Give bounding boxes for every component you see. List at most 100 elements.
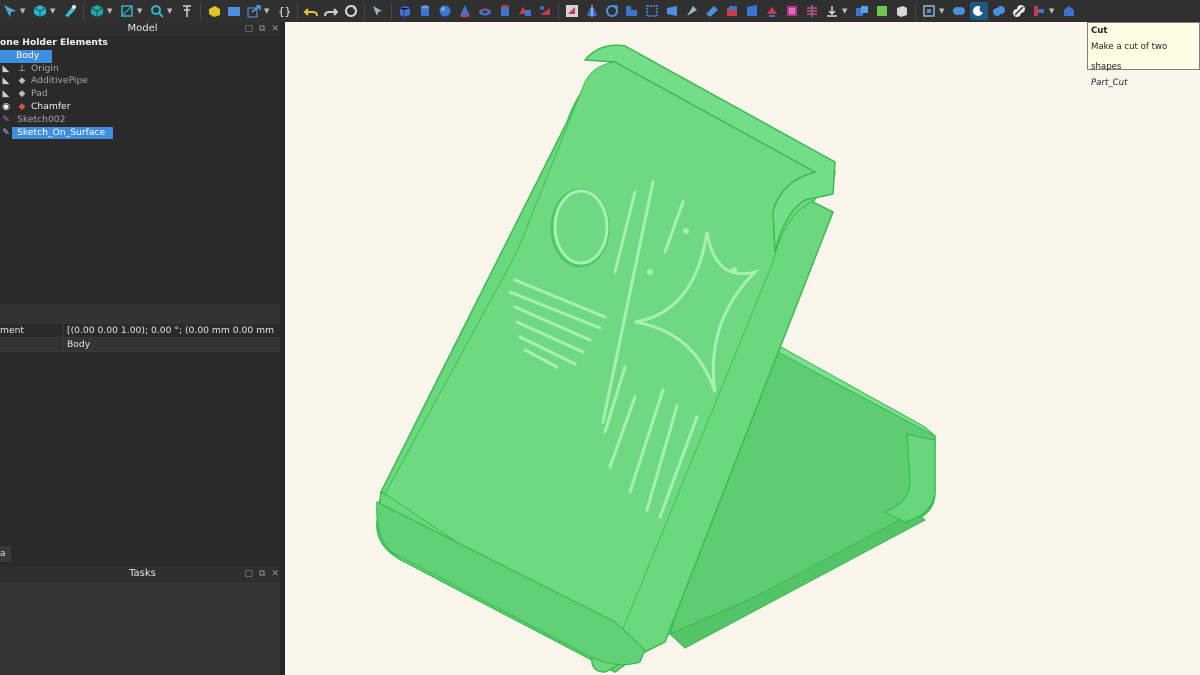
chevron-down-icon[interactable]: ▼ xyxy=(137,7,145,15)
sketch-on-surface-icon: ✎ xyxy=(2,127,10,138)
float-icon[interactable]: ⧉ xyxy=(259,567,265,581)
chevron-down-icon[interactable]: ▼ xyxy=(107,7,115,15)
pad-icon: ◆ xyxy=(18,89,26,100)
extrude-icon[interactable] xyxy=(563,2,581,20)
tooltip: Cut Make a cut of two shapes Part_Cut xyxy=(1087,22,1200,88)
3d-viewport[interactable] xyxy=(285,22,1200,675)
toolbar-separator xyxy=(297,3,298,19)
tree-item-label: Origin xyxy=(31,62,59,74)
tree-item-label: Sketch002 xyxy=(17,113,66,125)
cross-sections-icon[interactable] xyxy=(763,2,781,20)
zoom-icon[interactable] xyxy=(148,2,166,20)
property-view-header xyxy=(0,304,280,324)
svg-text:{}: {} xyxy=(278,5,291,18)
make-face-icon[interactable] xyxy=(663,2,681,20)
undo-icon[interactable] xyxy=(302,2,320,20)
ruled-surface-icon[interactable] xyxy=(683,2,701,20)
fit-all-icon[interactable] xyxy=(1,2,19,20)
chevron-down-icon[interactable]: ▼ xyxy=(50,7,58,15)
export-icon[interactable] xyxy=(245,2,263,20)
engraved-dot xyxy=(731,267,737,273)
cut-icon[interactable] xyxy=(970,2,988,20)
thickness-icon[interactable] xyxy=(803,2,821,20)
property-row[interactable]: ment [(0.00 0.00 1.00); 0.00 °; (0.00 mm… xyxy=(0,324,280,338)
chevron-down-icon[interactable]: ▼ xyxy=(939,7,947,15)
tree-item-pad[interactable]: ◣ ◆ Pad xyxy=(0,88,285,101)
draw-style-icon[interactable] xyxy=(61,2,79,20)
phone-holder-model[interactable] xyxy=(285,22,1200,675)
slice-icon[interactable] xyxy=(1030,2,1048,20)
compound-icon[interactable] xyxy=(873,2,891,20)
chevron-down-icon[interactable]: ▼ xyxy=(1049,7,1057,15)
eye-hidden-icon: ◣ xyxy=(2,89,10,100)
tree-item-sketch-on-surface[interactable]: ✎ Sketch_On_Surface xyxy=(0,126,285,140)
boolean-icon[interactable] xyxy=(853,2,871,20)
measure-icon[interactable] xyxy=(178,2,196,20)
tooltip-command: Part_Cut xyxy=(1091,78,1128,88)
open-file-icon[interactable] xyxy=(225,2,243,20)
property-row[interactable]: Body xyxy=(0,338,280,352)
refresh-icon[interactable] xyxy=(342,2,360,20)
whats-this-icon[interactable] xyxy=(369,2,387,20)
box-icon[interactable] xyxy=(396,2,414,20)
chevron-down-icon[interactable]: ▼ xyxy=(264,7,272,15)
tasks-panel-body xyxy=(0,582,285,675)
sweep-icon[interactable] xyxy=(723,2,741,20)
float-icon[interactable]: ⧉ xyxy=(259,22,265,36)
part-design-icon[interactable] xyxy=(205,2,223,20)
tree-item-label: Sketch_On_Surface xyxy=(12,126,113,140)
close-icon[interactable]: ✕ xyxy=(271,567,279,581)
tree-item-additivepipe[interactable]: ◣ ◆ AdditivePipe xyxy=(0,75,285,88)
sphere-icon[interactable] xyxy=(436,2,454,20)
macro-braces-icon[interactable]: {} xyxy=(275,2,293,20)
undock-icon[interactable]: ▢ xyxy=(245,567,254,581)
toolbar-separator xyxy=(915,3,916,19)
view-cube-icon[interactable] xyxy=(31,2,49,20)
split-icon[interactable] xyxy=(1010,2,1028,20)
projection-icon[interactable] xyxy=(823,2,841,20)
shape-builder-icon[interactable] xyxy=(536,2,554,20)
data-tab-label: a xyxy=(0,549,6,559)
loft-icon[interactable] xyxy=(703,2,721,20)
chamfer-icon: ◆ xyxy=(18,101,26,112)
tree-item-label: Body xyxy=(0,49,52,63)
revolve-icon[interactable] xyxy=(583,2,601,20)
common-icon[interactable] xyxy=(990,2,1008,20)
redo-icon[interactable] xyxy=(322,2,340,20)
engraved-dot xyxy=(647,269,653,275)
eye-hidden-icon: ◣ xyxy=(2,63,10,74)
torus-icon[interactable] xyxy=(476,2,494,20)
tree-item-label: Pad xyxy=(31,88,48,100)
close-icon[interactable]: ✕ xyxy=(271,22,279,36)
chamfer-icon[interactable] xyxy=(643,2,661,20)
chevron-down-icon[interactable]: ▼ xyxy=(842,7,850,15)
engraved-dot xyxy=(683,228,689,234)
std-views-icon[interactable] xyxy=(118,2,136,20)
tree-item-sketch002[interactable]: ✎ Sketch002 xyxy=(0,114,285,127)
combo-view-panel: Model ▢ ⧉ ✕ one Holder Elements ◈ Body ◣… xyxy=(0,22,285,675)
property-value: Body xyxy=(67,339,91,350)
section-icon[interactable] xyxy=(743,2,761,20)
tree-item-document[interactable]: one Holder Elements xyxy=(0,37,285,50)
tube-icon[interactable] xyxy=(496,2,514,20)
sketch-icon: ✎ xyxy=(2,114,10,125)
tree-item-label: Chamfer xyxy=(31,100,71,112)
join-features-icon[interactable] xyxy=(1060,2,1078,20)
undock-icon[interactable]: ▢ xyxy=(245,22,254,36)
tree-item-origin[interactable]: ◣ ⊥ Origin xyxy=(0,63,285,76)
fillet-icon[interactable] xyxy=(623,2,641,20)
cylinder-icon[interactable] xyxy=(416,2,434,20)
data-tab[interactable]: a xyxy=(0,546,11,562)
mirror-icon[interactable] xyxy=(603,2,621,20)
cone-icon[interactable] xyxy=(456,2,474,20)
chevron-down-icon[interactable]: ▼ xyxy=(20,7,28,15)
isometric-view-icon[interactable] xyxy=(88,2,106,20)
fuse-icon[interactable] xyxy=(950,2,968,20)
tree-item-chamfer[interactable]: ◉ ◆ Chamfer xyxy=(0,101,285,114)
primitives-icon[interactable] xyxy=(516,2,534,20)
chevron-down-icon[interactable]: ▼ xyxy=(167,7,175,15)
offset-icon[interactable] xyxy=(783,2,801,20)
check-geometry-icon[interactable] xyxy=(920,2,938,20)
solid-icon[interactable] xyxy=(893,2,911,20)
tree-item-body[interactable]: ◈ Body xyxy=(0,49,285,63)
